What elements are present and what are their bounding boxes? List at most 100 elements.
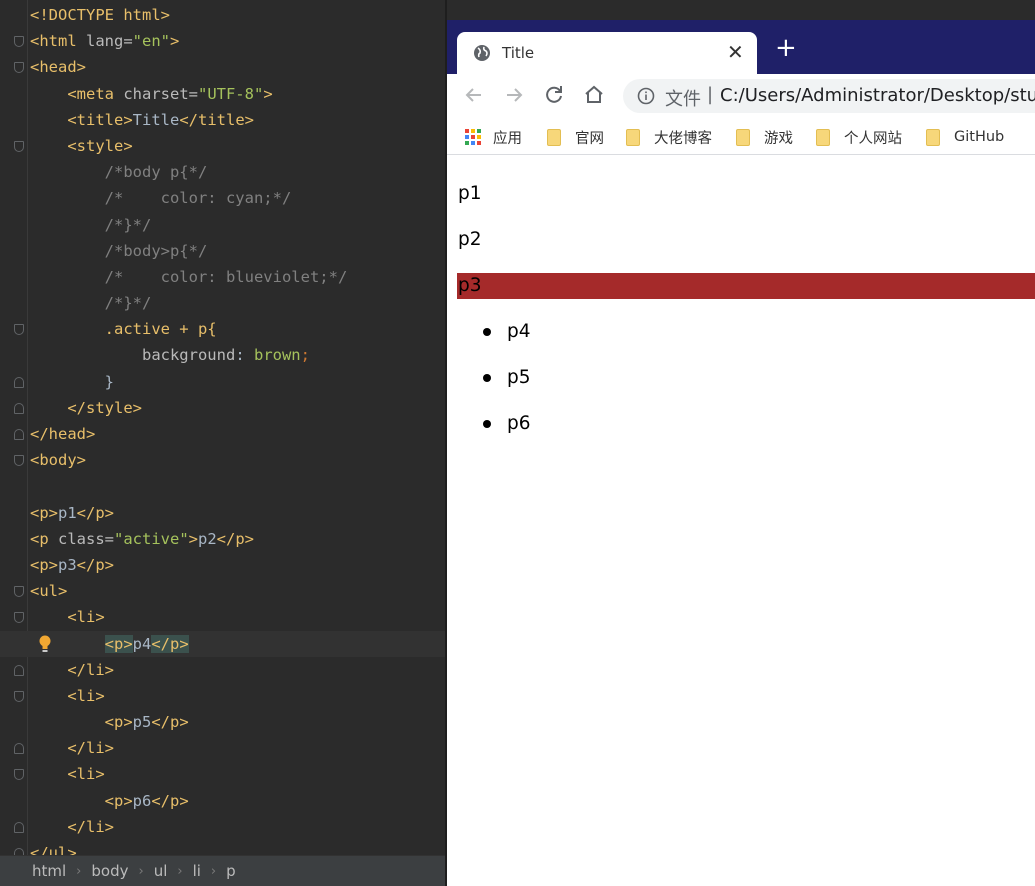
bookmark-item[interactable]: 大佬博客 xyxy=(626,127,712,147)
folder-icon xyxy=(626,128,640,146)
code-token: } xyxy=(104,372,114,391)
bullet-icon xyxy=(483,374,491,382)
bookmark-item[interactable]: 游戏 xyxy=(736,127,793,147)
new-tab-button[interactable]: + xyxy=(775,35,797,61)
code-token: p3 xyxy=(58,555,77,574)
code-line[interactable]: <ul> xyxy=(0,578,447,604)
code-line[interactable]: .active + p{ xyxy=(0,316,447,342)
code-line[interactable]: /*}*/ xyxy=(0,212,447,238)
bullet-icon xyxy=(483,328,491,336)
code-line[interactable]: /*}*/ xyxy=(0,290,447,316)
code-token: Title xyxy=(132,110,180,129)
code-line[interactable]: <p>p3</p> xyxy=(0,552,447,578)
fold-start-icon[interactable] xyxy=(14,36,24,48)
code-line[interactable]: <li> xyxy=(0,761,447,787)
browser-tab[interactable]: Title ✕ xyxy=(457,32,757,74)
code-line[interactable]: /*body p{*/ xyxy=(0,159,447,185)
page-paragraph: p2 xyxy=(458,229,482,250)
tab-strip: Title ✕ + xyxy=(447,20,1035,74)
forward-arrow-icon[interactable] xyxy=(502,83,526,107)
fold-end-icon[interactable] xyxy=(14,743,24,755)
code-line[interactable]: <meta charset="UTF-8"> xyxy=(0,81,447,107)
code-line[interactable]: </head> xyxy=(0,421,447,447)
fold-start-icon[interactable] xyxy=(14,324,24,336)
breadcrumb-item[interactable]: ul xyxy=(154,862,168,880)
fold-start-icon[interactable] xyxy=(14,140,24,152)
bookmark-item[interactable]: GitHub xyxy=(926,127,1004,147)
code-token: </li> xyxy=(67,739,114,758)
fold-start-icon[interactable] xyxy=(14,455,24,467)
code-editor[interactable]: <!DOCTYPE html> <html lang="en"> <head> <m… xyxy=(0,0,447,886)
code-line[interactable]: <!DOCTYPE html> xyxy=(0,2,447,28)
code-line[interactable]: </li> xyxy=(0,735,447,761)
code-line[interactable]: <html lang="en"> xyxy=(0,28,447,54)
code-line[interactable]: <title>Title</title> xyxy=(0,107,447,133)
fold-start-icon[interactable] xyxy=(14,690,24,702)
breadcrumb-item[interactable]: li xyxy=(193,862,201,880)
folder-icon xyxy=(736,128,750,146)
code-line[interactable]: <p>p1</p> xyxy=(0,500,447,526)
code-line[interactable]: </li> xyxy=(0,657,447,683)
code-line[interactable]: <head> xyxy=(0,54,447,80)
home-icon[interactable] xyxy=(582,83,606,107)
code-line[interactable]: <li> xyxy=(0,683,447,709)
folder-icon xyxy=(926,128,940,146)
fold-end-icon[interactable] xyxy=(14,821,24,833)
fold-end-icon[interactable] xyxy=(14,402,24,414)
breadcrumb-item[interactable]: html xyxy=(32,862,66,880)
page-paragraph: p3 xyxy=(457,273,1035,299)
code-line[interactable]: <p>p6</p> xyxy=(0,788,447,814)
bookmark-item[interactable]: 应用 xyxy=(465,127,522,147)
code-token: <p> xyxy=(104,791,133,810)
url-text[interactable]: C:/Users/Administrator/Desktop/stud xyxy=(720,85,1035,106)
back-arrow-icon[interactable] xyxy=(462,83,486,107)
code-line[interactable]: background: brown; xyxy=(0,342,447,368)
code-line[interactable]: <p>p5</p> xyxy=(0,709,447,735)
code-line[interactable]: /* color: cyan;*/ xyxy=(0,185,447,211)
code-line[interactable] xyxy=(0,473,447,499)
code-line[interactable]: /* color: blueviolet;*/ xyxy=(0,264,447,290)
fold-start-icon[interactable] xyxy=(14,769,24,781)
code-token: </p> xyxy=(151,791,189,810)
close-icon[interactable]: ✕ xyxy=(727,40,744,64)
code-line[interactable]: <style> xyxy=(0,133,447,159)
apps-icon xyxy=(465,129,481,145)
fold-end-icon[interactable] xyxy=(14,429,24,440)
code-line[interactable]: /*body>p{*/ xyxy=(0,238,447,264)
fold-start-icon[interactable] xyxy=(14,612,24,624)
code-line[interactable]: <p>p4</p> xyxy=(0,630,447,657)
code-line[interactable]: <p class="active">p2</p> xyxy=(0,526,447,552)
code-line[interactable]: </style> xyxy=(0,395,447,421)
code-token: ; xyxy=(300,346,310,365)
code-line[interactable]: <li> xyxy=(0,604,447,630)
address-bar[interactable]: 文件 | C:/Users/Administrator/Desktop/stud xyxy=(623,79,1035,113)
breadcrumb-separator-icon: › xyxy=(138,863,144,879)
breadcrumb: html › body › ul › li › p xyxy=(0,855,447,886)
bookmark-item[interactable]: 官网 xyxy=(547,127,604,147)
code-line[interactable]: <body> xyxy=(0,447,447,473)
code-line[interactable]: } xyxy=(0,369,447,395)
code-line[interactable]: </li> xyxy=(0,814,447,840)
fold-start-icon[interactable] xyxy=(14,586,24,598)
reload-icon[interactable] xyxy=(542,83,566,107)
fold-start-icon[interactable] xyxy=(14,62,24,74)
code-token: <p xyxy=(30,529,58,548)
fold-end-icon[interactable] xyxy=(14,664,24,676)
breadcrumb-item[interactable]: body xyxy=(91,862,128,880)
breadcrumb-separator-icon: › xyxy=(210,863,217,879)
code-token: "UTF-8" xyxy=(197,84,264,103)
code-token: </head> xyxy=(30,425,96,443)
code-area[interactable]: <!DOCTYPE html> <html lang="en"> <head> <m… xyxy=(0,2,447,866)
info-icon[interactable] xyxy=(637,87,655,105)
fold-end-icon[interactable] xyxy=(14,376,24,388)
bookmark-item[interactable]: 个人网站 xyxy=(816,127,902,147)
breadcrumb-item[interactable]: p xyxy=(226,862,236,880)
bookmarks-bar: 应用 官网 大佬博客 游戏 个人网站 GitHub xyxy=(447,119,1035,155)
